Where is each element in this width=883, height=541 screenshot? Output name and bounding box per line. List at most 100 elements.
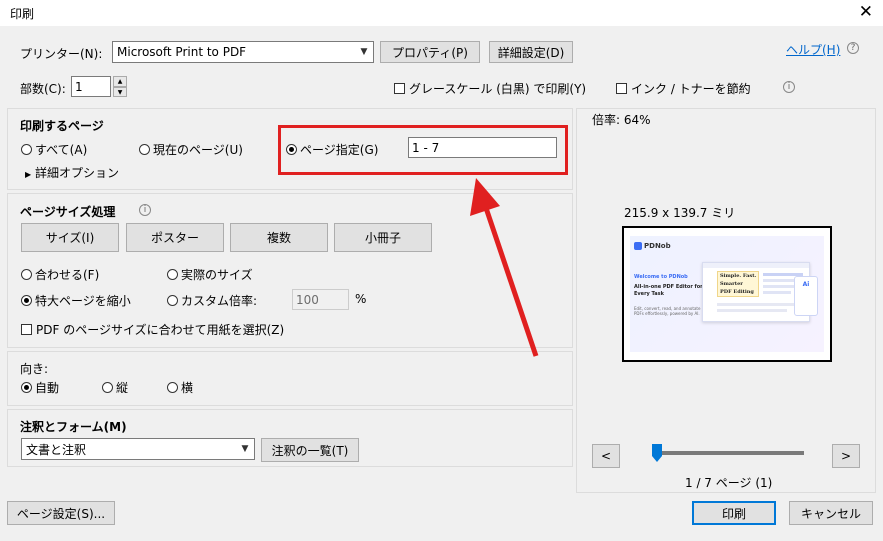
pages-current-radio[interactable]: 現在のページ(U) [139, 141, 243, 158]
printer-select-value: Microsoft Print to PDF [117, 45, 247, 59]
preview-card-line-3: PDF Editing [720, 289, 754, 295]
page-setup-button[interactable]: ページ設定(S)... [7, 501, 115, 525]
sizing-header: ページサイズ処理 [20, 205, 116, 219]
preview-scale: 倍率: 64% [592, 113, 651, 127]
chevron-down-icon: ▼ [241, 444, 249, 454]
save-ink-checkbox[interactable]: インク / トナーを節約 [616, 80, 751, 97]
pages-all-radio[interactable]: すべて(A) [21, 141, 87, 158]
orientation-portrait-radio[interactable]: 縦 [102, 379, 128, 396]
actual-size-label: 実際のサイズ [181, 268, 253, 282]
page-slider-track[interactable] [652, 451, 804, 455]
help-icon[interactable]: ? [847, 42, 859, 54]
close-icon[interactable]: ✕ [859, 2, 873, 22]
preview-dimensions: 215.9 x 139.7 ミリ [624, 206, 736, 220]
booklet-button[interactable]: 小冊子 [334, 223, 432, 252]
preview-headline: All-in-one PDF Editor for Every Task [634, 284, 703, 297]
fit-label: 合わせる(F) [35, 268, 100, 282]
preview-banner: PDNob Welcome to PDNob All-in-one PDF Ed… [630, 236, 824, 352]
annotation-arrow [470, 178, 539, 357]
orientation-portrait-label: 縦 [116, 381, 129, 395]
custom-scale-radio[interactable]: カスタム倍率: [167, 292, 257, 309]
help-link[interactable]: ヘルプ(H) [786, 41, 840, 58]
checkbox-box [394, 83, 405, 94]
fit-radio[interactable]: 合わせる(F) [21, 266, 99, 283]
preview-brand: PDNob [644, 242, 671, 250]
choose-paper-checkbox[interactable]: PDF のページサイズに合わせて用紙を選択(Z) [21, 321, 284, 338]
preview-app-toolbar [703, 263, 809, 268]
preview-welcome: Welcome to PDNob [634, 274, 688, 280]
radio-dot-selected [21, 382, 32, 393]
printer-select[interactable]: Microsoft Print to PDF ▼ [112, 41, 374, 63]
orientation-auto-radio[interactable]: 自動 [21, 379, 59, 396]
page-slider-thumb[interactable] [652, 444, 662, 462]
pages-all-label: すべて(A) [35, 143, 88, 157]
preview-body: Edit, convert, read, and annotate PDFs e… [634, 306, 701, 316]
radio-dot [102, 382, 113, 393]
next-page-button[interactable]: > [832, 444, 860, 468]
cancel-button[interactable]: キャンセル [789, 501, 873, 525]
preview-card-line-1: Simple. Fast. [720, 273, 757, 279]
prev-page-button[interactable]: < [592, 444, 620, 468]
preview-line [717, 309, 787, 312]
info-icon[interactable]: i [783, 81, 795, 93]
radio-dot [167, 382, 178, 393]
window-title: 印刷 [10, 7, 35, 21]
multiple-button[interactable]: 複数 [230, 223, 328, 252]
preview-ai-badge: Ai [794, 276, 818, 316]
radio-dot [21, 269, 32, 280]
radio-dot [167, 295, 178, 306]
grayscale-checkbox[interactable]: グレースケール (白黒) で印刷(Y) [394, 80, 586, 97]
orientation-landscape-label: 横 [181, 381, 194, 395]
summarize-comments-button[interactable]: 注釈の一覧(T) [261, 438, 359, 462]
checkbox-box [21, 324, 32, 335]
copies-down-arrow-icon[interactable]: ▼ [113, 87, 127, 97]
highlight-box [278, 125, 568, 175]
preview-line [717, 303, 803, 306]
orientation-auto-label: 自動 [35, 381, 60, 395]
preview-card-line-2: Smarter [720, 281, 743, 287]
radio-dot [21, 144, 32, 155]
title-bar [0, 0, 883, 26]
orientation-header: 向き: [20, 362, 49, 376]
info-icon[interactable]: i [139, 204, 151, 216]
size-button[interactable]: サイズ(I) [21, 223, 119, 252]
page-preview: PDNob Welcome to PDNob All-in-one PDF Ed… [622, 226, 832, 362]
preview-line [763, 291, 791, 294]
preview-line [763, 279, 797, 282]
choose-paper-label: PDF のページサイズに合わせて用紙を選択(Z) [36, 323, 285, 337]
radio-dot [167, 269, 178, 280]
page-indicator: 1 / 7 ページ (1) [685, 476, 773, 490]
comments-header: 注釈とフォーム(M) [20, 420, 127, 434]
preview-logo: PDNob [634, 242, 671, 250]
custom-scale-input[interactable]: 100 [292, 289, 349, 310]
save-ink-label: インク / トナーを節約 [631, 82, 751, 96]
comments-select-value: 文書と注釈 [26, 442, 87, 457]
pdnob-logo-icon [634, 242, 642, 250]
print-button[interactable]: 印刷 [692, 501, 776, 525]
grayscale-label: グレースケール (白黒) で印刷(Y) [409, 82, 587, 96]
comments-select[interactable]: 文書と注釈 ▼ [21, 438, 255, 460]
preview-sticky-note: Simple. Fast. Smarter PDF Editing [717, 271, 759, 297]
copies-label: 部数(C): [20, 82, 66, 96]
triangle-right-icon: ▶ [25, 170, 32, 179]
pages-current-label: 現在のページ(U) [153, 143, 243, 157]
copies-input[interactable]: 1 [71, 76, 111, 97]
percent-label: % [355, 292, 367, 306]
actual-size-radio[interactable]: 実際のサイズ [167, 266, 253, 283]
radio-dot [139, 144, 150, 155]
shrink-label: 特大ページを縮小 [35, 294, 131, 308]
poster-button[interactable]: ポスター [126, 223, 224, 252]
radio-dot-selected [21, 295, 32, 306]
custom-scale-label: カスタム倍率: [181, 294, 258, 308]
more-options-toggle[interactable]: ▶ 詳細オプション [25, 164, 119, 181]
orientation-landscape-radio[interactable]: 横 [167, 379, 193, 396]
chevron-down-icon: ▼ [360, 47, 368, 57]
pages-header: 印刷するページ [20, 119, 104, 133]
more-options-label: 詳細オプション [34, 166, 119, 180]
copies-up-arrow-icon[interactable]: ▲ [113, 76, 127, 87]
printer-label: プリンター(N): [20, 47, 103, 61]
advanced-button[interactable]: 詳細設定(D) [489, 41, 573, 63]
checkbox-box [616, 83, 627, 94]
shrink-radio[interactable]: 特大ページを縮小 [21, 292, 131, 309]
properties-button[interactable]: プロパティ(P) [380, 41, 480, 63]
